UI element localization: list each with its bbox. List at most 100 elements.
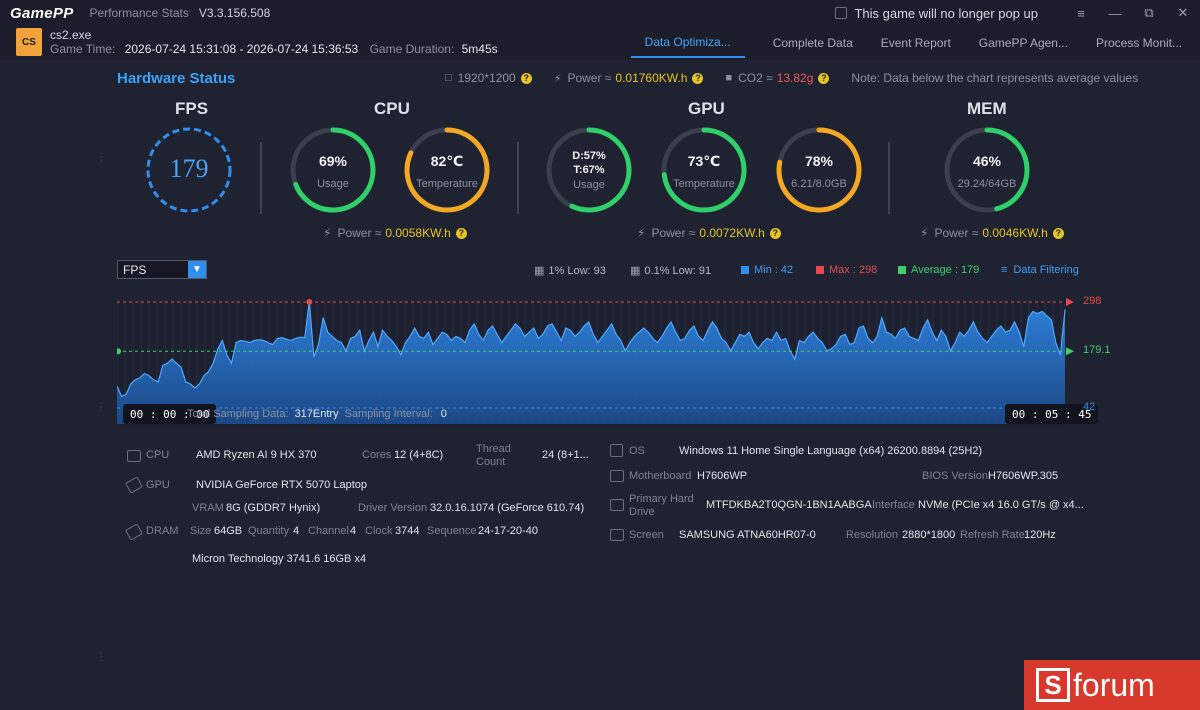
max-value: Max : 298 — [829, 264, 878, 276]
spec-drive-value: MTFDKBA2T0QGN-1BN1AABGA — [706, 499, 872, 511]
mem-usage-detail: 29.24/64GB — [957, 178, 1017, 190]
spec-mb-label: Motherboard — [629, 470, 692, 482]
min-swatch — [741, 266, 749, 274]
spec-dram-label: DRAM — [146, 525, 179, 537]
app-logo: GamePP — [10, 4, 74, 22]
cpu-temp-label: Temperature — [416, 178, 478, 190]
tab-complete-data[interactable]: Complete Data — [759, 28, 867, 58]
gpu-temp-label: Temperature — [673, 178, 735, 190]
gpu-usage-label: Usage — [573, 179, 605, 191]
minimize-button[interactable]: — — [1098, 0, 1132, 26]
game-info-bar: CS cs2.exe Game Time: 2026-07-24 15:31:0… — [0, 26, 1200, 60]
help-icon[interactable]: ? — [692, 72, 704, 84]
spec-seq-label: Sequence — [427, 525, 477, 537]
spec-clock-label: Clock — [365, 525, 393, 537]
spec-iface-label: Interface — [872, 499, 915, 511]
help-icon[interactable]: ? — [1052, 227, 1064, 239]
help-icon[interactable]: ? — [455, 227, 467, 239]
factory-icon: ■ — [725, 72, 733, 84]
help-icon[interactable]: ? — [818, 72, 830, 84]
total-power-value: 0.01760KW.h — [615, 71, 688, 85]
window-title: Performance Stats — [89, 6, 189, 20]
spec-drive-label-2: Drive — [629, 506, 655, 518]
gpu-vram-value: 78% — [804, 153, 834, 169]
max-arrow — [1066, 298, 1074, 306]
spec-bios-value: H7606WP.305 — [988, 470, 1059, 482]
spec-cores-label: Cores — [362, 449, 392, 461]
app-version: V3.3.156.508 — [198, 6, 271, 20]
spec-thread-label: Thread — [476, 443, 511, 455]
spec-channel-label: Channel — [308, 525, 349, 537]
min-axis-label: 42 — [1083, 401, 1096, 413]
gpu-temp-value: 73℃ — [687, 153, 721, 169]
mem-usage-value: 46% — [972, 153, 1002, 169]
tab-gamepp-agent[interactable]: GamePP Agen... — [965, 28, 1082, 58]
spec-screen-label: Screen — [629, 529, 664, 541]
motherboard-icon — [610, 470, 624, 482]
max-point — [306, 299, 313, 305]
total-sampling-label: Total Sampling Data: — [187, 408, 289, 420]
spec-refresh-label: Refresh Rate — [960, 529, 1025, 541]
gpu-section-title: GPU — [688, 99, 725, 118]
spec-res-label: Resolution — [846, 529, 898, 541]
max-axis-label: 298 — [1083, 295, 1102, 307]
hardware-status-title: Hardware Status — [117, 70, 236, 87]
game-time-value: 2026-07-24 15:31:08 - 2026-07-24 15:36:5… — [124, 42, 359, 56]
spec-gpu-label: GPU — [146, 479, 170, 491]
data-filtering-button[interactable]: ≡ Data Filtering — [1001, 264, 1079, 276]
data-filtering-label: Data Filtering — [1013, 264, 1079, 276]
grid-icon: ▦ — [630, 265, 641, 277]
scroll-edge-mark: ⋮ — [96, 402, 106, 413]
tab-process-monitor[interactable]: Process Monit... — [1082, 28, 1196, 58]
windows-grid-icon — [610, 444, 623, 457]
gpu-usage-gauge: D:57% T:67% Usage — [545, 126, 633, 214]
tab-data-optimization[interactable]: Data Optimiza... — [630, 28, 745, 58]
sforum-watermark: S forum — [1024, 660, 1200, 710]
gpu-power: ⚡ Power ≈ 0.0072KW.h ? — [637, 226, 781, 240]
grid-icon: ▦ — [534, 265, 545, 277]
power-icon: ⚡ — [323, 226, 332, 240]
spec-refresh-value: 120Hz — [1024, 529, 1056, 541]
cpu-chip-icon — [127, 450, 141, 462]
settings-sliders-icon[interactable]: ≡ — [1064, 0, 1098, 26]
screen-monitor-icon — [610, 529, 624, 541]
tab-event-report[interactable]: Event Report — [867, 28, 965, 58]
close-button[interactable]: ✕ — [1166, 0, 1200, 26]
min-value: Min : 42 — [754, 264, 794, 276]
cpu-section-title: CPU — [374, 99, 410, 118]
spec-cores-value: 12 (4+8C) — [394, 449, 444, 461]
spec-thread-label-2: Count — [476, 456, 506, 468]
mem-power: ⚡ Power ≈ 0.0046KW.h ? — [920, 226, 1064, 240]
no-popup-label[interactable]: This game will no longer pop up — [854, 6, 1038, 21]
ram-stick-icon — [124, 523, 144, 541]
power-icon: ⚡ — [920, 226, 929, 240]
spec-dram-module: Micron Technology 3741.6 16GB x4 — [192, 553, 367, 565]
monitor-icon: □ — [445, 72, 452, 84]
spec-os-value: Windows 11 Home Single Language (x64) 26… — [679, 445, 983, 457]
low01-stat: ▦ 0.1% Low: 91 — [630, 264, 711, 278]
help-icon[interactable]: ? — [520, 72, 532, 84]
spec-iface-value: NVMe (PCIe x4 16.0 GT/s @ x4... — [918, 499, 1084, 511]
spec-res-value: 2880*1800 — [902, 529, 956, 541]
filter-sliders-icon: ≡ — [1001, 264, 1008, 276]
low1-value: 1% Low: 93 — [548, 264, 606, 277]
game-icon: CS — [16, 28, 42, 56]
fps-chart[interactable] — [115, 298, 1077, 426]
spec-qty-value: 4 — [293, 525, 300, 537]
cpu-usage-value: 69% — [318, 153, 348, 169]
spec-vram-label: VRAM — [192, 502, 224, 514]
co2-value: 13.82g — [776, 71, 814, 85]
metric-select[interactable]: FPS ▼ — [117, 260, 207, 279]
avg-arrow — [1066, 347, 1074, 356]
low1-stat: ▦ 1% Low: 93 — [534, 264, 606, 278]
main-tabs: Data Optimiza... Complete Data Event Rep… — [630, 26, 1200, 60]
help-icon[interactable]: ? — [769, 227, 781, 239]
fps-value: 179 — [169, 154, 209, 183]
restore-button[interactable]: ⧉ — [1132, 0, 1166, 26]
gpu-vram-detail: 6.21/8.0GB — [791, 178, 847, 190]
gpu-usage-d-value: D:57% — [572, 150, 606, 162]
no-popup-checkbox[interactable] — [835, 7, 848, 19]
chevron-down-icon[interactable]: ▼ — [188, 261, 206, 278]
resolution-value: 1920*1200 — [457, 71, 516, 85]
spec-channel-value: 4 — [350, 525, 357, 537]
